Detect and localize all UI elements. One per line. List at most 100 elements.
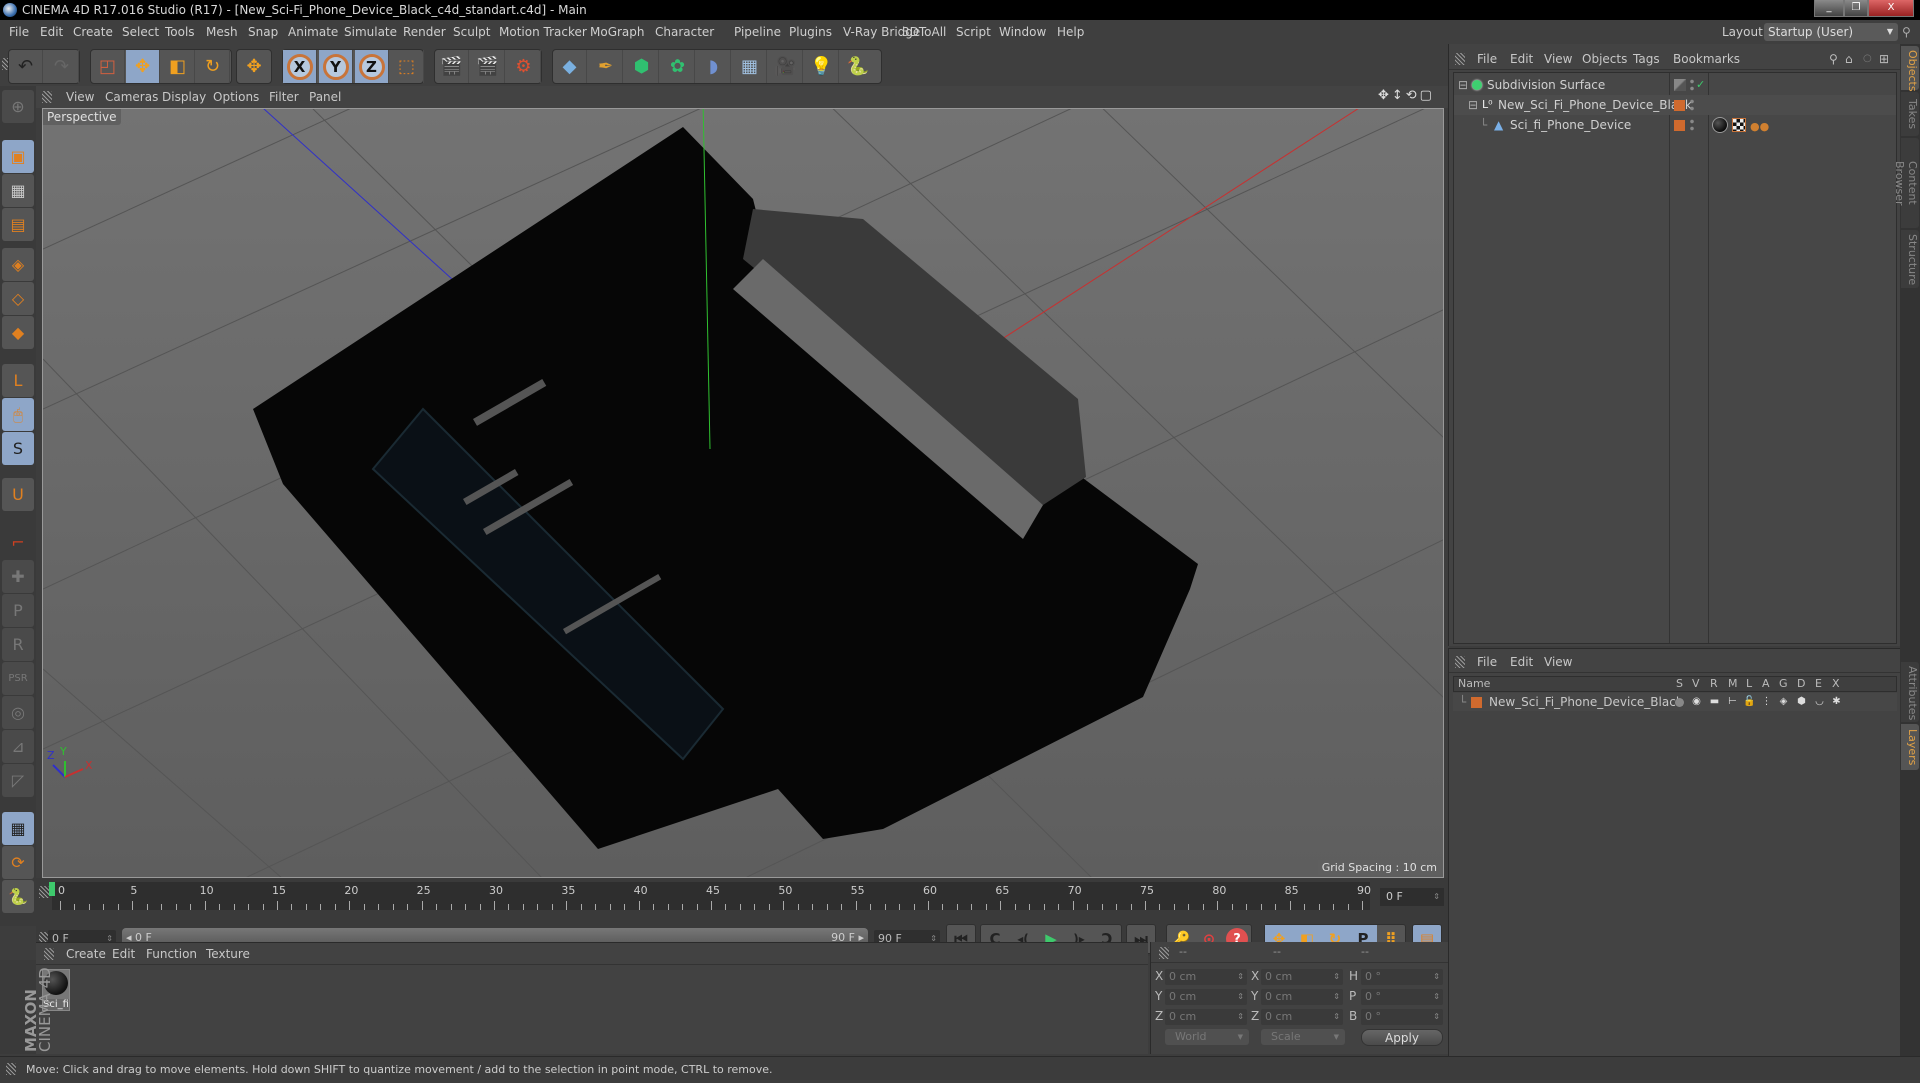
size-x-field[interactable]: 0 cm ⇕	[1261, 969, 1343, 985]
home-icon[interactable]: ⌂	[1845, 48, 1853, 70]
object-menu-edit[interactable]: Edit	[1510, 48, 1533, 70]
live-selection-icon[interactable]: ◰	[91, 50, 125, 83]
locked-rotation-icon[interactable]: R	[2, 628, 34, 661]
menu-edit[interactable]: Edit	[40, 20, 63, 44]
workplane-mode-icon[interactable]: ▤	[2, 208, 34, 241]
material-menu-function[interactable]: Function	[146, 943, 197, 965]
col-expressions[interactable]: E	[1815, 677, 1822, 691]
undo-icon[interactable]: ↶	[9, 50, 43, 83]
object-menu-objects[interactable]: Objects	[1582, 48, 1627, 70]
frame-ruler[interactable]: 0 5 10 15 20 25 30 35 40 45 50 55 60 65 70 75 80 85 90	[52, 882, 1371, 910]
layer-color-swatch[interactable]	[1471, 697, 1482, 708]
cloner-icon[interactable]: ✿	[661, 50, 695, 83]
visibility-dots-icon[interactable]	[1690, 78, 1694, 92]
material-tag-icon[interactable]	[1712, 117, 1728, 133]
material-menu-texture[interactable]: Texture	[206, 943, 250, 965]
tab-objects[interactable]: Objects	[1901, 46, 1919, 92]
layer-row[interactable]: └ New_Sci_Fi_Phone_Device_Black ◉ ▬ ⊢ 🔓 …	[1453, 693, 1897, 711]
render-picture-viewer-icon[interactable]: 🎬	[471, 50, 505, 83]
layout-select[interactable]: Startup (User) ▼	[1764, 23, 1898, 41]
menu-file[interactable]: File	[9, 20, 29, 44]
col-generators[interactable]: G	[1779, 677, 1788, 691]
deformers-icon[interactable]: ⬢	[1796, 696, 1807, 707]
col-render[interactable]: R	[1710, 677, 1718, 691]
texture-mode-icon[interactable]: ▦	[2, 174, 34, 207]
position-x-field[interactable]: 0 cm ⇕	[1165, 969, 1247, 985]
menu-plugins[interactable]: Plugins	[789, 20, 832, 44]
y-axis-lock-button[interactable]: Y	[319, 50, 353, 83]
view-eye-icon[interactable]: ◉	[1691, 696, 1702, 707]
camera-icon[interactable]: 🎥	[769, 50, 803, 83]
object-row-sci-fi-phone-device[interactable]: └ ▲ Sci_fi_Phone_Device ●●	[1454, 115, 1896, 135]
manager-tree-icon[interactable]: ⊢	[1727, 696, 1738, 707]
pen-spline-icon[interactable]: ✒	[589, 50, 623, 83]
viewport-menu-display[interactable]: Display	[162, 86, 206, 108]
object-menu-tags[interactable]: Tags	[1633, 48, 1660, 70]
timeline-ruler[interactable]: 0 5 10 15 20 25 30 35 40 45 50 55 60 65 70 75 80 85 90 0 F…	[36, 878, 1448, 920]
deformer-icon[interactable]: ◗	[697, 50, 731, 83]
layer-manager-grip[interactable]	[1455, 656, 1465, 668]
viewport-menu-cameras[interactable]: Cameras	[105, 86, 158, 108]
menu-select[interactable]: Select	[122, 20, 159, 44]
object-menu-file[interactable]: File	[1477, 48, 1497, 70]
python-script-icon[interactable]: 🐍	[2, 880, 34, 913]
rotation-b-field[interactable]: 0 ° ⇕	[1361, 1009, 1443, 1025]
current-frame-field[interactable]: 0 F ⇕	[1380, 888, 1444, 906]
object-menu-view[interactable]: View	[1544, 48, 1572, 70]
new-window-icon[interactable]: ⊞	[1879, 48, 1889, 70]
make-editable-icon[interactable]: ⊕	[2, 90, 34, 123]
menu-help[interactable]: Help	[1057, 20, 1084, 44]
status-grip[interactable]	[6, 1063, 16, 1075]
tab-content-browser[interactable]: Content Browser	[1893, 138, 1919, 228]
3d-viewport[interactable]: Z Y X Perspective Grid Spacing : 10 cm	[42, 108, 1444, 878]
size-y-field[interactable]: 0 cm ⇕	[1261, 989, 1343, 1005]
layer-color-swatch[interactable]	[1674, 100, 1685, 111]
menu-motion-tracker[interactable]: Motion Tracker	[499, 20, 587, 44]
coordinate-mode-select[interactable]: World ▼	[1165, 1029, 1249, 1045]
minimize-button[interactable]: _	[1814, 0, 1844, 17]
points-mode-icon[interactable]: ◈	[2, 248, 34, 281]
menu-pipeline[interactable]: Pipeline	[734, 20, 781, 44]
layer-menu-file[interactable]: File	[1477, 651, 1497, 673]
subdivision-surface-icon[interactable]: ⬢	[625, 50, 659, 83]
restore-button[interactable]: ❐	[1844, 0, 1868, 17]
locked-psr-icon[interactable]: PSR	[2, 662, 34, 695]
menu-tools[interactable]: Tools	[165, 20, 195, 44]
position-z-field[interactable]: 0 cm ⇕	[1165, 1009, 1247, 1025]
x-axis-lock-button[interactable]: X	[283, 50, 317, 83]
target-icon[interactable]: ◎	[2, 696, 34, 729]
menu-snap[interactable]: Snap	[248, 20, 278, 44]
cube-icon[interactable]: ◆	[553, 50, 587, 83]
layer-color-swatch[interactable]	[1674, 120, 1685, 131]
model-mode-icon[interactable]: ▣	[2, 140, 34, 173]
material-menu-create[interactable]: Create	[66, 943, 106, 965]
menu-mograph[interactable]: MoGraph	[590, 20, 645, 44]
search-icon[interactable]: ⚲	[1902, 20, 1911, 44]
axis-mode-icon[interactable]: L	[2, 364, 34, 397]
tab-structure[interactable]: Structure	[1901, 230, 1919, 288]
tab-attributes[interactable]: Attributes	[1901, 662, 1919, 722]
layer-name[interactable]: New_Sci_Fi_Phone_Device_Black	[1489, 693, 1683, 711]
material-menu-edit[interactable]: Edit	[112, 943, 135, 965]
col-solo[interactable]: S	[1676, 677, 1683, 691]
col-lock[interactable]: L	[1746, 677, 1752, 691]
col-xref[interactable]: X	[1832, 677, 1840, 691]
menu-simulate[interactable]: Simulate	[344, 20, 397, 44]
quantize-icon[interactable]: ✚	[2, 560, 34, 593]
render-settings-icon[interactable]: ⚙	[507, 50, 541, 83]
locked-position-icon[interactable]: P	[2, 594, 34, 627]
menu-window[interactable]: Window	[999, 20, 1046, 44]
col-view[interactable]: V	[1692, 677, 1700, 691]
visibility-dots-icon[interactable]	[1690, 98, 1694, 112]
col-name[interactable]: Name	[1458, 677, 1490, 691]
close-button[interactable]: X	[1868, 0, 1914, 17]
knife-icon[interactable]: ◸	[2, 764, 34, 797]
material-grip[interactable]	[44, 948, 54, 960]
workplane-rotate-icon[interactable]: ⟳	[2, 846, 34, 879]
edges-mode-icon[interactable]: ◇	[2, 282, 34, 315]
object-manager-grip[interactable]	[1455, 53, 1465, 65]
xref-icon[interactable]: ✱	[1831, 696, 1842, 707]
collapse-icon[interactable]: ⊟	[1458, 75, 1468, 95]
viewport-menu-filter[interactable]: Filter	[269, 86, 299, 108]
layer-menu-edit[interactable]: Edit	[1510, 651, 1533, 673]
